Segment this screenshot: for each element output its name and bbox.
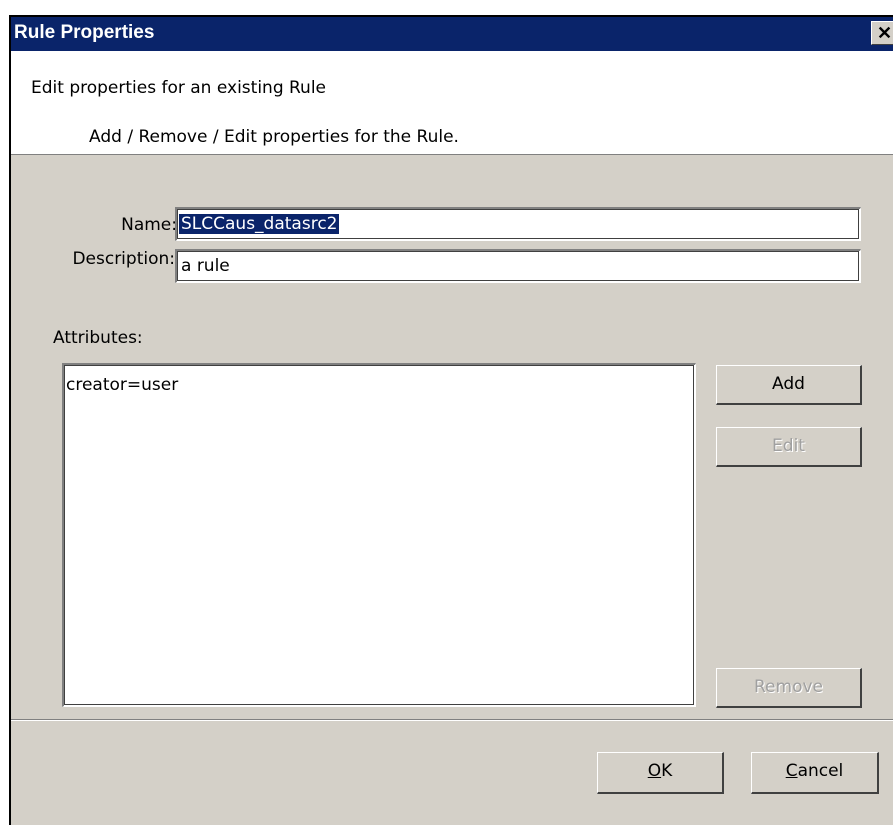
close-button[interactable]: ✕ (871, 21, 893, 45)
title-bar[interactable]: Rule Properties ✕ (11, 17, 893, 51)
header-title: Edit properties for an existing Rule (31, 78, 327, 98)
remove-button[interactable]: Remove (716, 668, 862, 708)
window-title: Rule Properties (14, 22, 155, 43)
dialog-header: Edit properties for an existing Rule Add… (11, 51, 893, 155)
edit-button[interactable]: Edit (716, 427, 862, 467)
description-label: Description: (72, 249, 175, 269)
attributes-label: Attributes: (53, 328, 143, 348)
cancel-mnemonic: C (785, 761, 798, 781)
name-field-value: SLCCaus_datasrc2 (179, 214, 340, 234)
header-subtitle: Add / Remove / Edit properties for the R… (89, 127, 459, 147)
name-label: Name: (121, 215, 177, 235)
ok-mnemonic: O (647, 761, 662, 781)
close-icon: ✕ (877, 23, 893, 43)
ok-button[interactable]: OK (597, 752, 724, 794)
add-button[interactable]: Add (716, 365, 862, 405)
ok-label-rest: K (661, 761, 673, 781)
rule-properties-dialog: Rule Properties ✕ Edit properties for an… (9, 15, 893, 825)
description-field-value: a rule (181, 256, 230, 276)
name-field[interactable]: SLCCaus_datasrc2 (175, 207, 861, 241)
cancel-button[interactable]: Cancel (751, 752, 879, 794)
button-separator (11, 719, 893, 721)
cancel-label-rest: ancel (797, 761, 844, 781)
attributes-list[interactable]: creator=user (62, 363, 696, 707)
list-item[interactable]: creator=user (66, 375, 178, 395)
description-field[interactable]: a rule (175, 249, 861, 283)
